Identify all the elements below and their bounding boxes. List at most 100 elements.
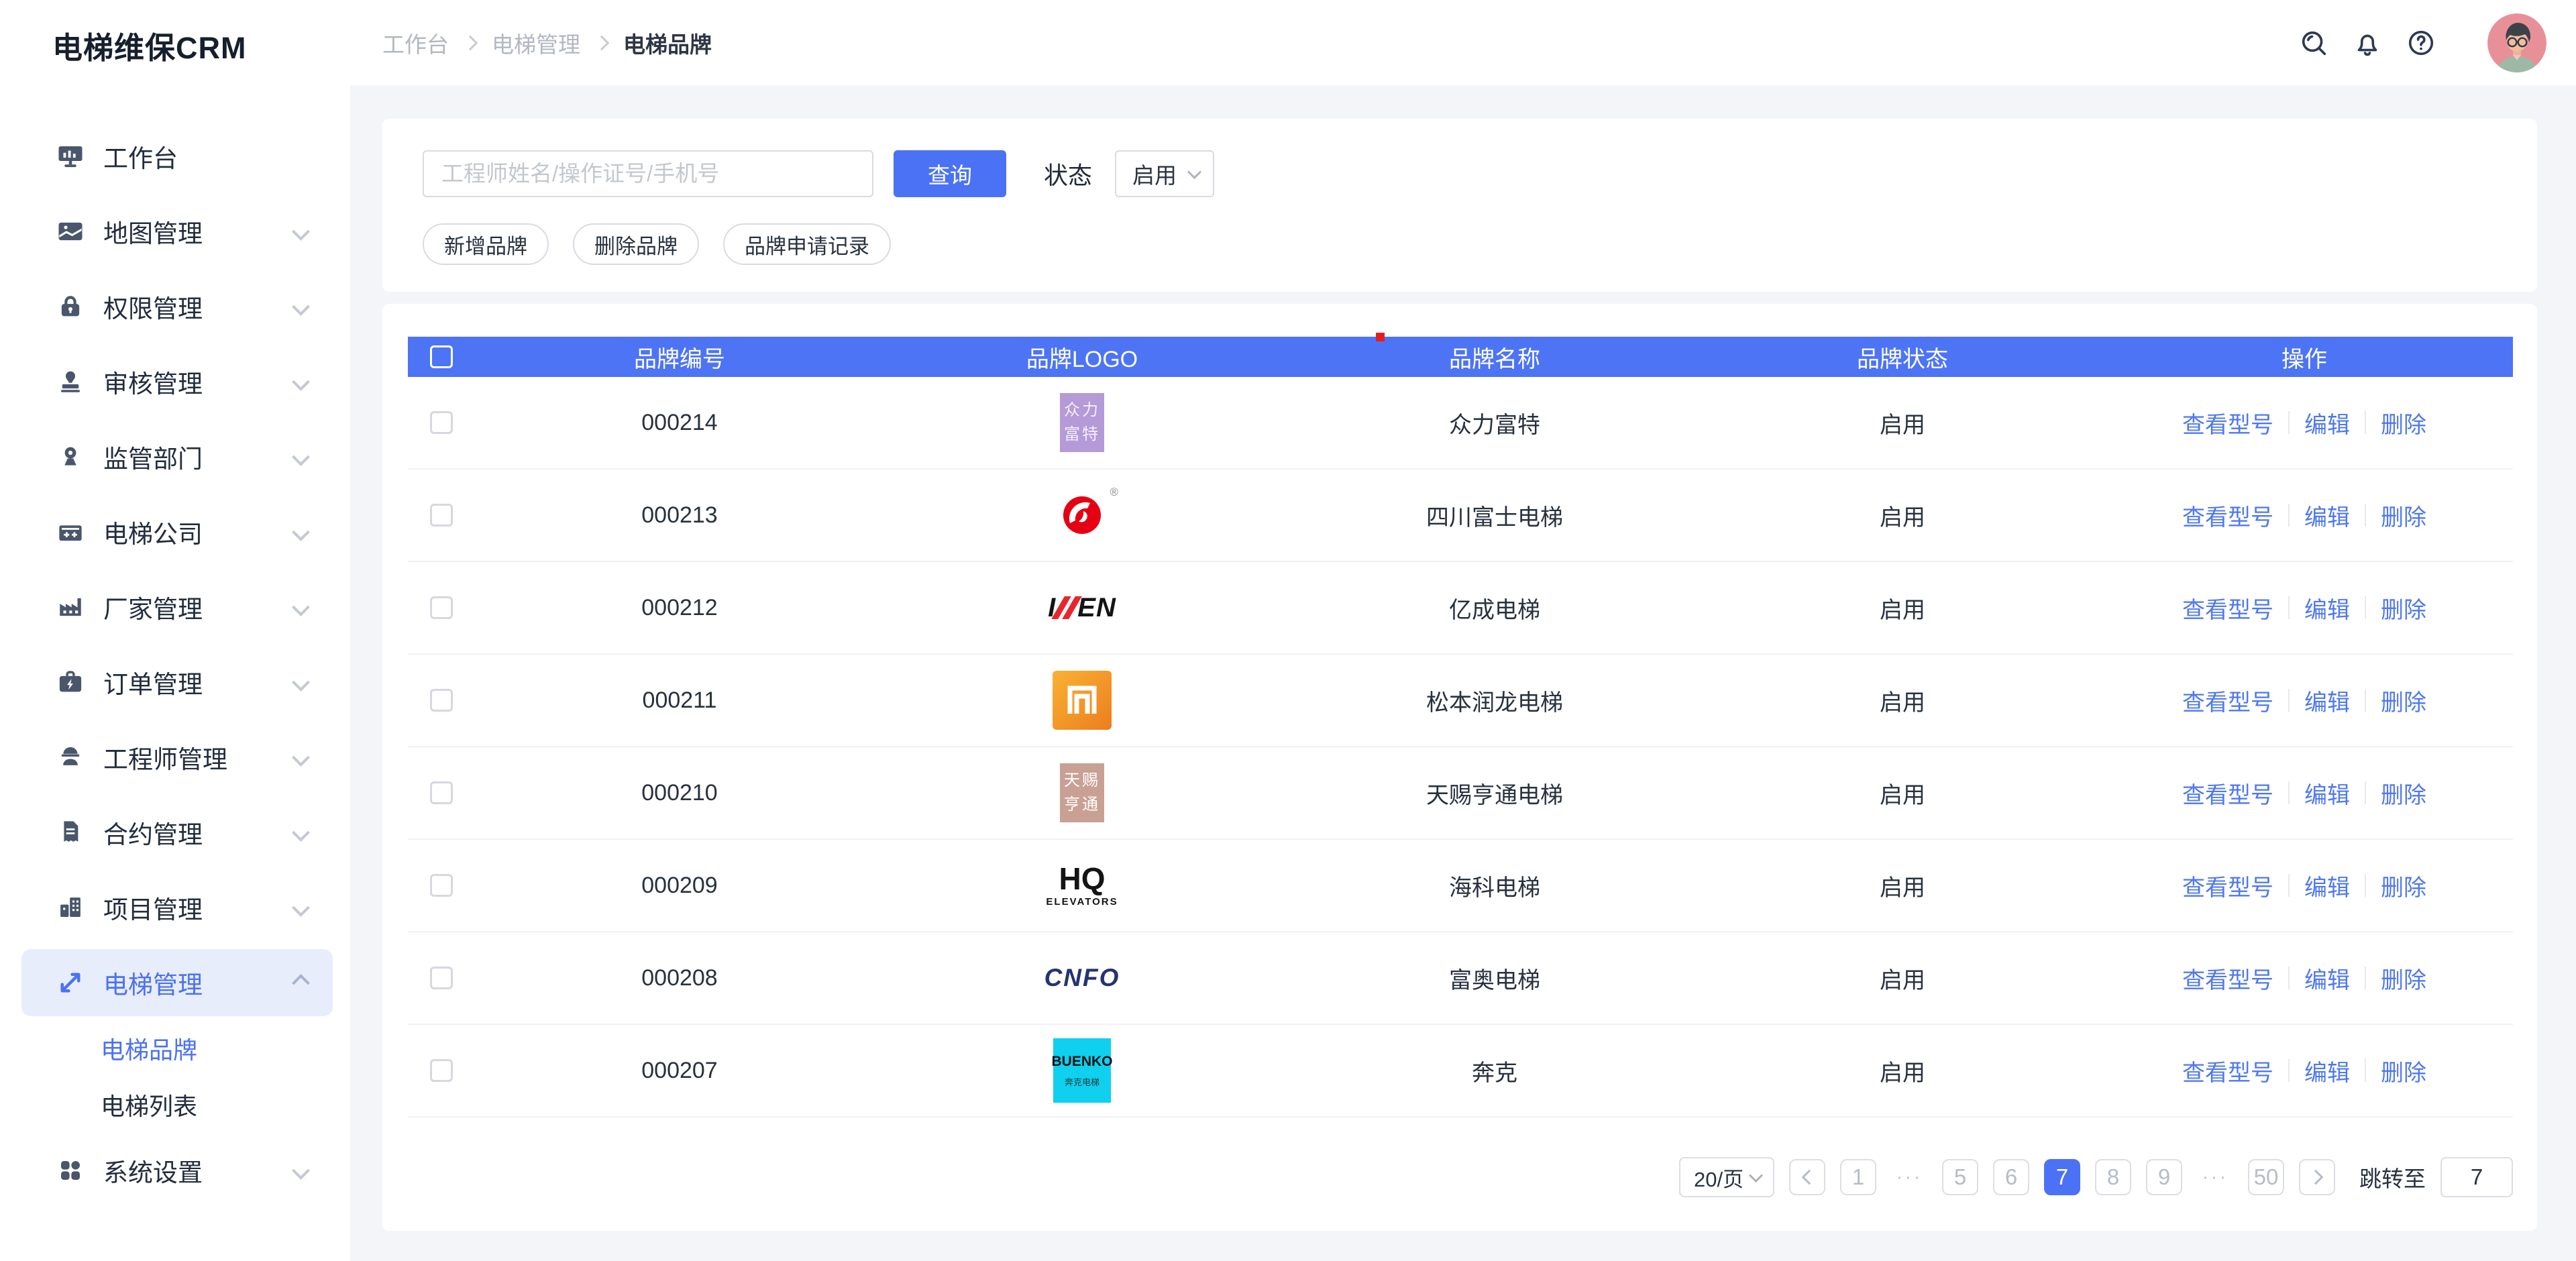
sidebar-item-label: 地图管理	[103, 213, 203, 250]
view-models-link[interactable]: 查看型号	[2182, 869, 2273, 902]
brand-name: 众力富特	[1280, 406, 1709, 439]
brand-name: 天赐亨通电梯	[1280, 777, 1709, 810]
add-brand-button[interactable]: 新增品牌	[423, 223, 549, 265]
table-row: 000209 HQ ELEVATORS 海科电梯 启用 查看型号 编辑 删除	[408, 840, 2513, 932]
row-checkbox[interactable]	[430, 689, 453, 712]
brand-name: 海科电梯	[1280, 869, 1709, 902]
prev-page-button[interactable]	[1789, 1159, 1825, 1195]
page-size-select[interactable]: 20/页	[1679, 1157, 1774, 1197]
chevron-right-icon	[2308, 1170, 2323, 1185]
search-icon[interactable]	[2298, 28, 2329, 58]
row-checkbox[interactable]	[430, 874, 453, 897]
sidebar-item-projects[interactable]: 项目管理	[21, 870, 333, 945]
select-all-checkbox[interactable]	[430, 345, 453, 368]
view-models-link[interactable]: 查看型号	[2182, 499, 2273, 532]
delete-link[interactable]: 删除	[2381, 1054, 2426, 1087]
divider	[2288, 874, 2290, 897]
row-checkbox[interactable]	[430, 504, 453, 527]
edit-link[interactable]: 编辑	[2304, 684, 2350, 717]
chevron-down-icon	[292, 749, 310, 767]
page-button-9[interactable]: 9	[2146, 1159, 2182, 1195]
view-models-link[interactable]: 查看型号	[2182, 684, 2273, 717]
delete-link[interactable]: 删除	[2381, 592, 2426, 624]
breadcrumb-elevator-management[interactable]: 电梯管理	[492, 27, 580, 59]
delete-link[interactable]: 删除	[2381, 684, 2426, 717]
sidebar-subitem-elevator-brand[interactable]: 电梯品牌	[0, 1020, 350, 1077]
sidebar-item-label: 系统设置	[103, 1152, 203, 1189]
status-select[interactable]: 启用	[1115, 150, 1214, 197]
sidebar-item-permissions[interactable]: 权限管理	[21, 269, 333, 344]
page-button-6[interactable]: 6	[1993, 1159, 2029, 1195]
view-models-link[interactable]: 查看型号	[2182, 592, 2273, 624]
divider	[2365, 411, 2366, 434]
sidebar-nav: 工作台 地图管理 权限管理 审核管理 监管部门 电梯公司	[0, 119, 350, 1208]
jump-to-label: 跳转至	[2359, 1161, 2426, 1193]
view-models-link[interactable]: 查看型号	[2182, 1054, 2273, 1087]
jump-page-input[interactable]	[2440, 1157, 2513, 1197]
brand-apply-records-button[interactable]: 品牌申请记录	[723, 223, 891, 265]
delete-link[interactable]: 删除	[2381, 777, 2426, 810]
delete-link[interactable]: 删除	[2381, 869, 2426, 902]
edit-link[interactable]: 编辑	[2304, 869, 2350, 902]
row-checkbox[interactable]	[430, 596, 453, 619]
sidebar-item-label: 审核管理	[103, 364, 203, 400]
divider	[2365, 874, 2366, 897]
delete-link[interactable]: 删除	[2381, 499, 2426, 532]
edit-link[interactable]: 编辑	[2304, 592, 2350, 624]
table-row: 000211 松本润龙电梯 启用 查看型号 编辑 删除	[408, 655, 2513, 747]
sidebar-item-system-settings[interactable]: 系统设置	[21, 1133, 333, 1208]
edit-link[interactable]: 编辑	[2304, 406, 2350, 439]
songben-runlong-logo	[1053, 671, 1112, 730]
divider	[2365, 781, 2366, 804]
sidebar-item-workbench[interactable]: 工作台	[21, 119, 333, 194]
sidebar-submenu: 电梯品牌 电梯列表	[0, 1020, 350, 1133]
sidebar-item-elevator-company[interactable]: 电梯公司	[21, 494, 333, 569]
sidebar-item-orders[interactable]: 订单管理	[21, 645, 333, 720]
delete-link[interactable]: 删除	[2381, 406, 2426, 439]
page-button-7-active[interactable]: 7	[2044, 1159, 2080, 1195]
search-input[interactable]	[423, 150, 873, 197]
help-icon[interactable]	[2406, 28, 2436, 58]
row-checkbox[interactable]	[430, 411, 453, 434]
sidebar-item-label: 监管部门	[103, 439, 203, 475]
sidebar-item-label: 订单管理	[103, 664, 203, 700]
page-button-5[interactable]: 5	[1942, 1159, 1978, 1195]
row-checkbox[interactable]	[430, 1059, 453, 1082]
settings-grid-icon	[56, 1156, 85, 1185]
page-button-50[interactable]: 50	[2248, 1159, 2284, 1195]
hq-elevators-logo: HQ ELEVATORS	[1046, 863, 1118, 908]
view-models-link[interactable]: 查看型号	[2182, 962, 2273, 995]
sidebar-subitem-label: 电梯品牌	[101, 1031, 197, 1066]
avatar-image	[2487, 13, 2546, 72]
sidebar-item-elevator-management[interactable]: 电梯管理	[21, 949, 333, 1016]
breadcrumb: 工作台 电梯管理 电梯品牌	[382, 27, 712, 59]
breadcrumb-current: 电梯品牌	[623, 27, 712, 59]
sidebar-item-map[interactable]: 地图管理	[21, 194, 333, 269]
view-models-link[interactable]: 查看型号	[2182, 406, 2273, 439]
sidebar-item-contracts[interactable]: 合约管理	[21, 795, 333, 870]
page-button-1[interactable]: 1	[1840, 1159, 1876, 1195]
row-checkbox[interactable]	[430, 781, 453, 804]
edit-link[interactable]: 编辑	[2304, 1054, 2350, 1087]
breadcrumb-workbench[interactable]: 工作台	[382, 27, 449, 59]
sidebar-item-supervision[interactable]: 监管部门	[21, 419, 333, 494]
next-page-button[interactable]	[2299, 1159, 2335, 1195]
brand-name: 奔克	[1280, 1054, 1709, 1087]
edit-link[interactable]: 编辑	[2304, 962, 2350, 995]
row-checkbox[interactable]	[430, 967, 453, 989]
delete-brand-button[interactable]: 删除品牌	[573, 223, 699, 265]
sidebar-item-engineers[interactable]: 工程师管理	[21, 720, 333, 795]
sidebar-item-audit[interactable]: 审核管理	[21, 344, 333, 419]
sidebar-subitem-elevator-list[interactable]: 电梯列表	[0, 1077, 350, 1133]
delete-link[interactable]: 删除	[2381, 962, 2426, 995]
page-button-8[interactable]: 8	[2095, 1159, 2131, 1195]
edit-link[interactable]: 编辑	[2304, 777, 2350, 810]
query-button[interactable]: 查询	[894, 150, 1006, 197]
view-models-link[interactable]: 查看型号	[2182, 777, 2273, 810]
sidebar-item-label: 工程师管理	[103, 739, 227, 775]
brand-status: 启用	[1709, 777, 2096, 810]
avatar[interactable]	[2487, 13, 2546, 72]
bell-icon[interactable]	[2352, 28, 2383, 58]
edit-link[interactable]: 编辑	[2304, 499, 2350, 532]
sidebar-item-manufacturer[interactable]: 厂家管理	[21, 569, 333, 645]
